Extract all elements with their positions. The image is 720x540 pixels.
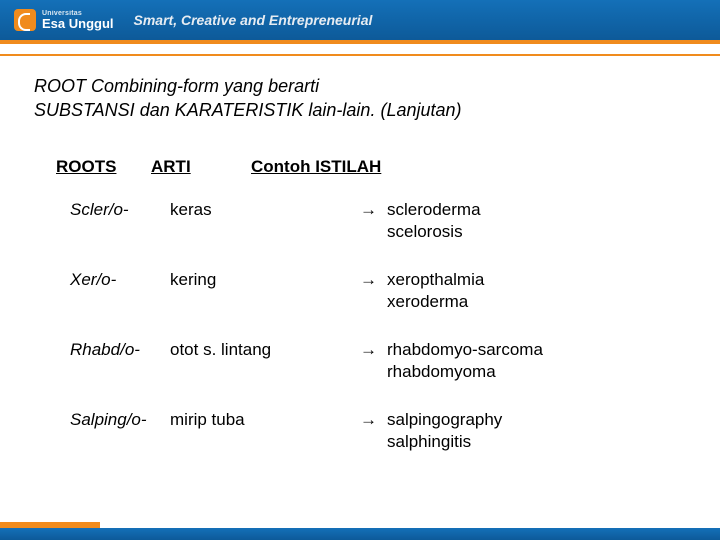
brand-sup: Universitas: [42, 10, 114, 17]
table-row: Rhabd/o- otot s. lintang → rhabdomyo-sar…: [70, 339, 686, 383]
table-row: Xer/o- kering → xeropthalmia xeroderma: [70, 269, 686, 313]
top-bar: Universitas Esa Unggul Smart, Creative a…: [0, 0, 720, 40]
header-arti: ARTI: [151, 157, 251, 177]
brand-name: Universitas Esa Unggul: [42, 10, 114, 30]
arrow-icon: →: [360, 339, 377, 383]
header-istilah: Contoh ISTILAH: [251, 157, 381, 177]
column-headers: ROOTS ARTI Contoh ISTILAH: [34, 157, 686, 177]
logo-icon: [14, 9, 36, 31]
table-row: Scler/o- keras → scleroderma scelorosis: [70, 199, 686, 243]
cell-arti: otot s. lintang: [170, 339, 360, 383]
cell-examples: xeropthalmia xeroderma: [387, 269, 484, 313]
example-2: salphingitis: [387, 432, 471, 451]
header-roots: ROOTS: [56, 157, 151, 177]
cell-root: Rhabd/o-: [70, 339, 170, 383]
slide-title: ROOT Combining-form yang berarti SUBSTAN…: [34, 74, 686, 123]
brand-logo: Universitas Esa Unggul: [14, 9, 114, 31]
title-line-1: ROOT Combining-form yang berarti: [34, 76, 319, 96]
footer-bar: [0, 514, 720, 540]
footer-stripe: [0, 528, 720, 540]
table-row: Salping/o- mirip tuba → salpingography s…: [70, 409, 686, 453]
cell-root: Scler/o-: [70, 199, 170, 243]
example-1: rhabdomyo-sarcoma: [387, 340, 543, 359]
example-1: xeropthalmia: [387, 270, 484, 289]
cell-examples: scleroderma scelorosis: [387, 199, 481, 243]
title-line-2: SUBSTANSI dan KARATERISTIK lain-lain. (L…: [34, 100, 462, 120]
example-2: scelorosis: [387, 222, 463, 241]
example-2: rhabdomyoma: [387, 362, 496, 381]
cell-root: Xer/o-: [70, 269, 170, 313]
example-1: scleroderma: [387, 200, 481, 219]
tagline: Smart, Creative and Entrepreneurial: [134, 12, 373, 28]
header-stripe: [0, 40, 720, 56]
cell-arti: keras: [170, 199, 360, 243]
example-1: salpingography: [387, 410, 502, 429]
cell-examples: salpingography salphingitis: [387, 409, 502, 453]
example-2: xeroderma: [387, 292, 468, 311]
arrow-icon: →: [360, 269, 377, 313]
cell-arti: kering: [170, 269, 360, 313]
cell-examples: rhabdomyo-sarcoma rhabdomyoma: [387, 339, 543, 383]
arrow-icon: →: [360, 409, 377, 453]
cell-root: Salping/o-: [70, 409, 170, 453]
brand-main: Esa Unggul: [42, 16, 114, 31]
slide-content: ROOT Combining-form yang berarti SUBSTAN…: [0, 56, 720, 453]
table-body: Scler/o- keras → scleroderma scelorosis …: [34, 199, 686, 454]
cell-arti: mirip tuba: [170, 409, 360, 453]
arrow-icon: →: [360, 199, 377, 243]
